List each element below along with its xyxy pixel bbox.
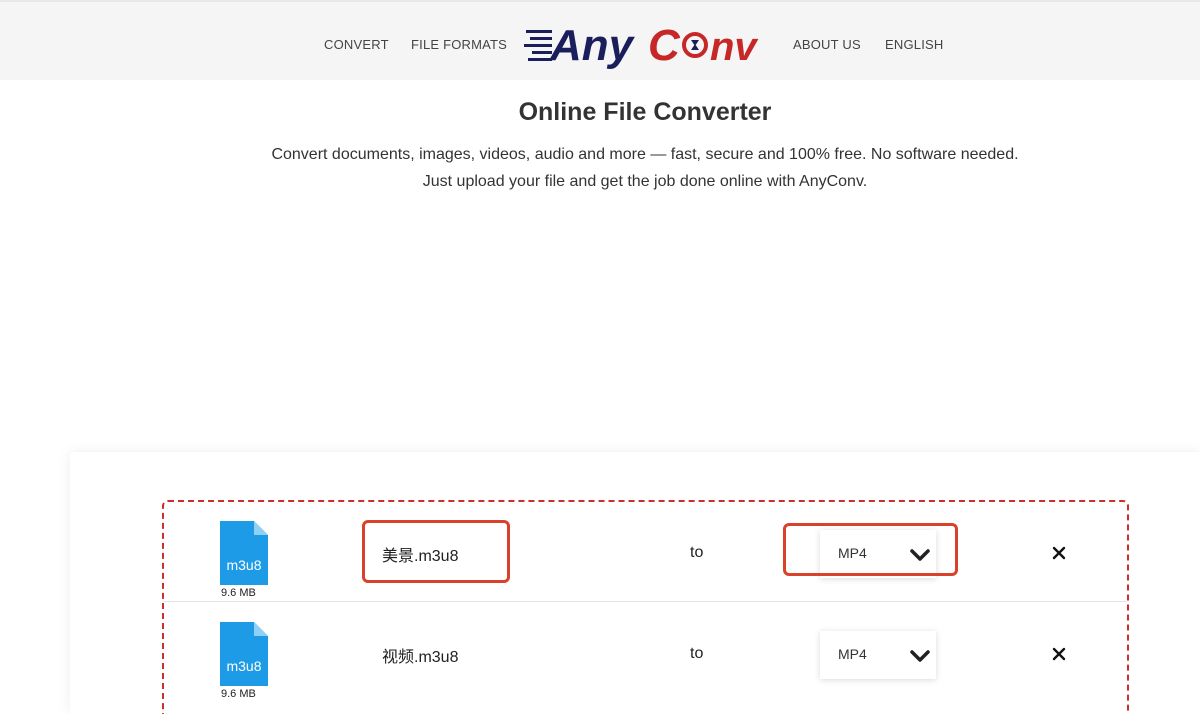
file-name: 美景.m3u8: [382, 548, 459, 565]
file-extension-label: m3u8: [226, 658, 262, 674]
header-bar: CONVERT FILE FORMATS Any C nv ABOUT US E…: [0, 0, 1200, 80]
file-extension-label: m3u8: [226, 557, 262, 573]
target-format-select[interactable]: MP4: [820, 631, 936, 679]
speed-lines-icon: [524, 30, 552, 61]
file-row: m3u8 9.6 MB 美景.m3u8 to MP4: [164, 502, 1127, 602]
page-description: Convert documents, images, videos, audio…: [271, 146, 1019, 190]
file-size: 9.6 MB: [221, 587, 256, 599]
chevron-down-icon: [910, 549, 930, 561]
file-row: m3u8 9.6 MB 视频.m3u8 to MP4: [164, 603, 1127, 703]
file-size: 9.6 MB: [221, 688, 256, 700]
target-format-value: MP4: [838, 646, 867, 662]
nav-convert[interactable]: CONVERT: [324, 37, 389, 52]
close-icon[interactable]: [1050, 544, 1068, 562]
row-divider: [164, 601, 1127, 602]
anyconv-logo[interactable]: Any C nv: [524, 16, 760, 72]
to-label: to: [690, 544, 704, 561]
file-icon: [220, 521, 268, 585]
chevron-down-icon: [910, 650, 930, 662]
file-name: 视频.m3u8: [382, 649, 459, 666]
refresh-icon: [682, 32, 708, 58]
close-icon[interactable]: [1050, 645, 1068, 663]
nav-about-us[interactable]: ABOUT US: [793, 37, 861, 52]
logo-text-any: Any: [549, 21, 636, 70]
page-title: Online File Converter: [518, 98, 772, 126]
logo-text-c: C: [648, 21, 681, 70]
target-format-value: MP4: [838, 545, 867, 561]
target-format-select[interactable]: MP4: [820, 530, 936, 578]
to-label: to: [690, 645, 704, 662]
nav-language[interactable]: ENGLISH: [885, 37, 943, 52]
logo-text-nv: nv: [710, 25, 759, 69]
nav-file-formats[interactable]: FILE FORMATS: [411, 37, 507, 52]
file-icon: [220, 622, 268, 686]
